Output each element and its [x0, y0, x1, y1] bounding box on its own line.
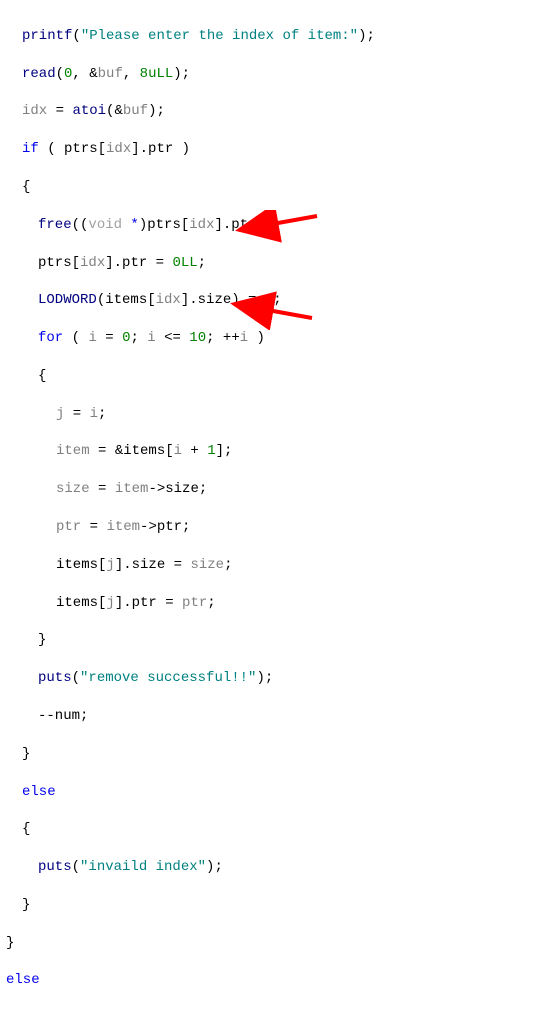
string-literal: "Please enter the index of item:" — [81, 28, 358, 44]
code-line: { — [0, 367, 546, 386]
annotation-arrow-icon — [227, 210, 322, 250]
code-line: puts("remove successful!!"); — [0, 669, 546, 688]
fn-free: free — [38, 217, 72, 233]
code-line: j = i; — [0, 405, 546, 424]
code-block: printf("Please enter the index of item:"… — [0, 8, 546, 1009]
code-line: puts("invaild index"); — [0, 858, 546, 877]
code-line: size = item->size; — [0, 480, 546, 499]
code-line: items[j].ptr = ptr; — [0, 594, 546, 613]
code-line: } — [0, 631, 546, 650]
code-line: items[j].size = size; — [0, 556, 546, 575]
keyword-for: for — [38, 330, 63, 346]
code-line: ptr = item->ptr; — [0, 518, 546, 537]
code-line: } — [0, 745, 546, 764]
code-line: item = &items[i + 1]; — [0, 442, 546, 461]
annotation-arrow-icon — [222, 290, 317, 330]
fn-read: read — [22, 66, 56, 82]
code-line: printf("Please enter the index of item:"… — [0, 27, 546, 46]
fn-puts: puts — [38, 859, 72, 875]
code-line: --num; — [0, 707, 546, 726]
code-line: if ( ptrs[idx].ptr ) — [0, 140, 546, 159]
keyword-else: else — [6, 972, 40, 988]
code-line: { — [0, 178, 546, 197]
code-line: else — [0, 783, 546, 802]
keyword-else: else — [22, 784, 56, 800]
code-line: } — [0, 934, 546, 953]
code-line: { — [0, 820, 546, 839]
fn-puts: puts — [38, 670, 72, 686]
string-literal: "remove successful!!" — [80, 670, 256, 686]
code-line: read(0, &buf, 8uLL); — [0, 65, 546, 84]
code-line: idx = atoi(&buf); — [0, 102, 546, 121]
code-line: } — [0, 896, 546, 915]
code-line: ptrs[idx].ptr = 0LL; — [0, 254, 546, 273]
code-line: for ( i = 0; i <= 10; ++i ) — [0, 329, 546, 348]
string-literal: "invaild index" — [80, 859, 206, 875]
keyword-if: if — [22, 141, 39, 157]
fn-printf: printf — [22, 28, 72, 44]
code-line: else — [0, 971, 546, 990]
